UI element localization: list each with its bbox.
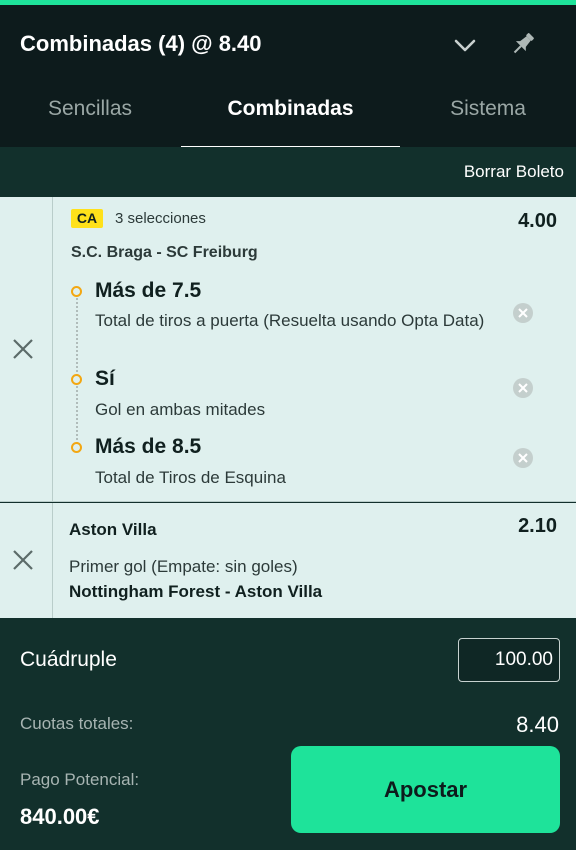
leg-title: Más de 7.5 [95,279,202,302]
bet-card-builder: CA 3 selecciones 4.00 S.C. Braga - SC Fr… [0,197,576,502]
leg-dot [71,374,82,385]
selection-market: Primer gol (Empate: sin goles) [69,557,298,576]
selection-team: Aston Villa [69,520,157,539]
leg-dot [71,442,82,453]
remove-leg-icon[interactable] [512,302,534,324]
total-odds-label: Cuotas totales: [20,714,134,733]
close-icon[interactable] [12,338,34,360]
chevron-down-icon[interactable] [452,33,478,57]
bet-type-tabs: Sencillas Combinadas Sistema [0,87,576,147]
remove-column [0,197,53,501]
remove-leg-icon[interactable] [512,447,534,469]
match-name: S.C. Braga - SC Freiburg [71,244,258,261]
clear-betslip-button[interactable]: Borrar Boleto [464,162,564,182]
bet-type-label: Cuádruple [20,648,117,671]
potential-payout-value: 840.00€ [20,804,100,829]
pin-icon[interactable] [508,29,538,59]
bet-builder-badge: CA [71,209,103,228]
potential-payout-label: Pago Potencial: [20,770,140,789]
selections-count: 3 selecciones [115,210,206,227]
clear-bar: Borrar Boleto [0,147,576,197]
betslip-title: Combinadas (4) @ 8.40 [20,31,262,56]
tab-sencillas[interactable]: Sencillas [0,87,180,147]
betslip-header: Combinadas (4) @ 8.40 Sencillas Combinad… [0,5,576,151]
leg-title: Sí [95,367,115,390]
leg-dot [71,286,82,297]
remove-leg-icon[interactable] [512,377,534,399]
leg-market: Total de Tiros de Esquina [95,468,286,487]
leg-market: Total de tiros a puerta (Resuelta usando… [95,311,485,330]
match-name: Nottingham Forest - Aston Villa [69,582,323,601]
tab-combinadas[interactable]: Combinadas [181,87,400,147]
leg-market: Gol en ambas mitades [95,400,266,419]
remove-column [0,503,53,618]
bet-card-selection: Aston Villa 2.10 Primer gol (Empate: sin… [0,503,576,618]
place-bet-button[interactable]: Apostar [291,746,560,833]
bet-odds: 4.00 [518,210,557,232]
legs-timeline [76,293,78,448]
betslip-footer: Cuádruple Cuotas totales: 8.40 Pago Pote… [0,618,576,850]
total-odds-value: 8.40 [516,712,559,737]
leg-title: Más de 8.5 [95,435,202,458]
stake-input[interactable] [458,638,560,682]
tab-sistema[interactable]: Sistema [400,87,576,147]
bet-odds: 2.10 [518,515,557,537]
close-icon[interactable] [12,549,34,571]
